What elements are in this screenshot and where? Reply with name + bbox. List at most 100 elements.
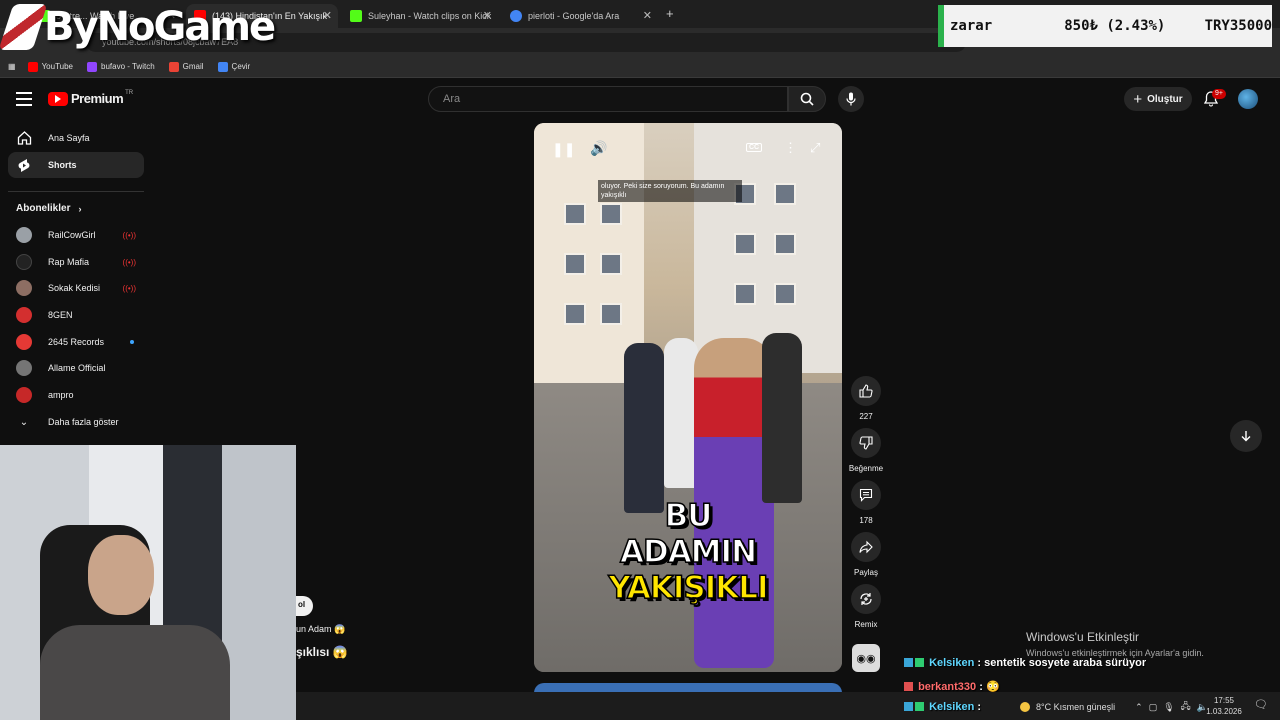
avatar [16,254,32,270]
system-tray: 8°C Kısmen güneşli ⌃ ▢ 🎙 🖧 🔈 [1020,696,1208,718]
chat-username: Kelsiken [929,657,975,669]
taskbar-clock[interactable]: 17:55 1.03.2026 [1196,695,1252,717]
show-more-button[interactable]: ⌄ Daha fazla göster [16,411,144,433]
share-label: Paylaş [853,568,878,577]
avatar [16,334,32,350]
chevron-up-icon[interactable]: ⌃ [1135,702,1143,713]
channel-name: Rap Mafia [48,257,90,267]
weather-text[interactable]: 8°C Kısmen güneşli [1036,702,1115,712]
clock-date: 1.03.2026 [1206,707,1242,716]
browser-tab[interactable]: Suleyhan - Watch clips on Kick ✕ [342,4,498,28]
captions-icon[interactable]: CC [746,143,763,152]
logo-slash-icon [0,4,48,50]
logo-text: Premium [71,91,124,106]
home-icon [16,130,32,146]
channel-name: Allame Official [48,363,106,373]
thumbs-up-icon [851,376,881,406]
divider [8,191,144,192]
subscription-item[interactable]: ampro [16,384,144,406]
notification-center-icon[interactable]: 🗨 [1254,698,1268,711]
ticker-label: zarar [950,18,993,34]
new-content-dot [130,340,134,344]
remix-button[interactable]: Remix [846,584,886,629]
subscriptions-title: Abonelikler [16,203,71,214]
channel-name: 8GEN [48,310,73,320]
subscribe-button[interactable]: ol [296,596,314,616]
notifications-button[interactable]: 9+ [1203,89,1226,112]
subscriptions-heading[interactable]: Abonelikler › [16,203,81,214]
volume-icon[interactable]: 🔊 [590,140,607,157]
avatar [16,227,32,243]
subscription-item[interactable]: 2645 Records [16,331,144,353]
channel-name[interactable]: un Adam 😱 [296,624,345,635]
menu-icon[interactable] [16,92,32,106]
clock-time: 17:55 [1213,696,1235,705]
subscription-item[interactable]: Rap Mafia ((•)) [16,251,144,273]
bookmark-youtube[interactable]: YouTube [27,61,73,72]
microphone-icon[interactable]: 🎙 [1163,702,1174,713]
show-more-label: Daha fazla göster [48,417,119,427]
person [762,333,802,503]
voice-search-button[interactable] [838,86,864,112]
close-tab-icon[interactable]: ✕ [483,9,492,22]
subscription-item[interactable]: Allame Official [16,357,144,379]
subscription-item[interactable]: 8GEN [16,304,144,326]
more-options-icon[interactable]: ⋮ [784,140,797,156]
youtube-premium-logo[interactable]: Premium TR [48,89,134,106]
dislike-button[interactable]: Beğenme [846,428,886,473]
subscription-item[interactable]: RailCowGirl ((•)) [16,224,144,246]
chevron-right-icon: › [78,203,82,214]
weather-icon [1020,702,1030,712]
live-icon: ((•)) [122,230,136,240]
dislike-label: Beğenme [848,464,884,473]
channel-name: ampro [48,390,74,400]
browser-tab[interactable]: pierloti - Google'da Ara ✕ [502,4,658,28]
next-video-button[interactable] [1230,420,1262,452]
region-code: TR [125,89,134,96]
ticker-total: TRY35000 [1204,18,1272,34]
youtube-play-icon [48,91,68,106]
sidebar-item-home[interactable]: Ana Sayfa [8,125,144,151]
kick-icon [350,10,362,22]
short-title[interactable]: şıklısı 😱 [296,645,348,659]
search-button[interactable] [788,86,826,112]
stream-logo: ByNoGame [0,2,276,52]
video-caption: oluyor. Peki size soruyorum. Bu adamın y… [598,180,742,202]
share-button[interactable]: Paylaş [846,532,886,577]
stock-ticker: zarar 850₺ (2.43%) TRY35000 [938,5,1272,47]
apps-icon[interactable]: ▦ [8,62,16,71]
sound-thumbnail-icon[interactable]: ◉◉ [852,644,880,672]
remix-icon [851,584,881,614]
tab-label: Suleyhan - Watch clips on Kick [368,11,492,21]
avatar [16,387,32,403]
subscription-item[interactable]: Sokak Kedisi ((•)) [16,277,144,299]
close-tab-icon[interactable]: ✕ [643,9,652,22]
badge-icon [904,658,913,667]
search-input[interactable]: Ara [428,86,788,112]
badge-icon [915,658,924,667]
create-button[interactable]: + Oluştur [1124,87,1192,111]
pause-icon[interactable]: ❚❚ [552,141,575,158]
channel-name: RailCowGirl [48,230,96,240]
bookmark-translate[interactable]: Çevir [217,61,250,72]
live-icon: ((•)) [122,257,136,267]
bookmark-twitch[interactable]: bufavo - Twitch [87,61,155,72]
person [664,338,698,488]
live-icon: ((•)) [122,283,136,293]
chevron-down-icon: ⌄ [19,416,29,428]
fullscreen-icon[interactable]: ⤢ [810,140,820,156]
badge-icon [915,702,924,711]
notification-badge: 9+ [1212,89,1226,99]
avatar[interactable] [1238,89,1258,109]
bookmark-gmail[interactable]: Gmail [168,61,204,72]
close-tab-icon[interactable]: ✕ [323,9,332,22]
sidebar-item-label: Ana Sayfa [48,133,90,143]
video-overlay-text: BU ADAMIN YAKIŞIKLI [534,497,842,607]
like-button[interactable]: 227 [846,376,886,421]
network-icon[interactable]: 🖧 [1181,699,1191,715]
sidebar-item-shorts[interactable]: Shorts [8,152,144,178]
new-tab-icon[interactable]: + [666,6,674,21]
comments-button[interactable]: 178 [846,480,886,525]
device-icon[interactable]: ▢ [1149,702,1158,713]
microphone-icon [846,92,856,106]
